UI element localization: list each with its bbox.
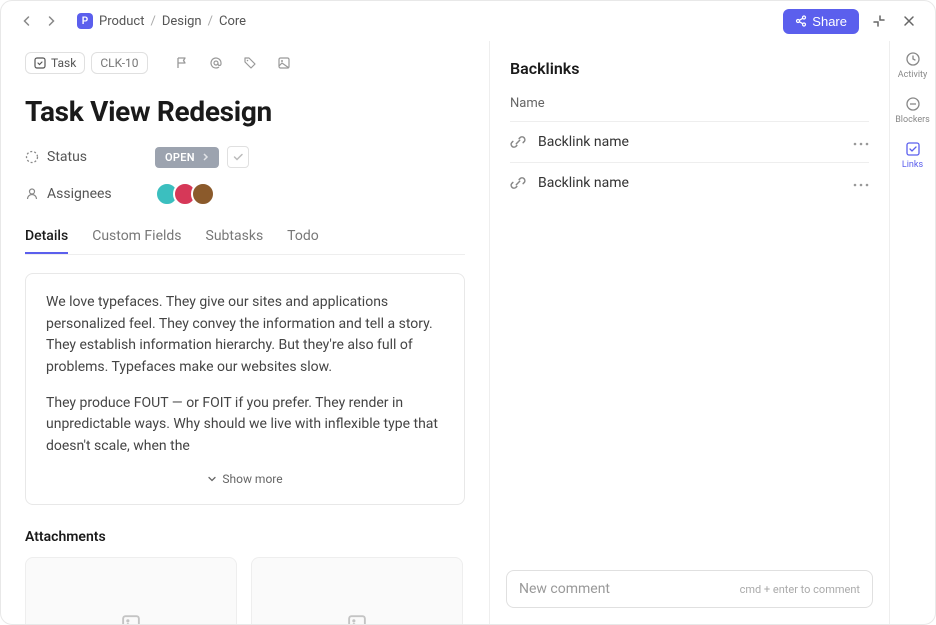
nav-back-button[interactable] (17, 11, 37, 31)
chevron-right-icon (201, 153, 209, 161)
image-icon (346, 613, 368, 624)
comment-hint: cmd + enter to comment (740, 583, 860, 596)
backlinks-header: Name (510, 96, 869, 121)
tag-button[interactable] (236, 49, 264, 77)
image-icon (120, 613, 142, 624)
breadcrumb-item[interactable]: Design (162, 14, 202, 29)
task-detail-pane: Task CLK-10 Task View Redesign Status OP… (1, 41, 489, 624)
topbar: P Product / Design / Core Share (1, 1, 935, 41)
task-icon (34, 57, 46, 69)
rail-links[interactable]: Links (902, 141, 923, 170)
close-button[interactable] (899, 11, 919, 31)
tab-custom-fields[interactable]: Custom Fields (92, 220, 181, 254)
breadcrumb: P Product / Design / Core (77, 13, 246, 29)
backlinks-title: Backlinks (510, 59, 869, 78)
share-icon (795, 15, 807, 27)
backlink-row[interactable]: Backlink name (510, 162, 869, 203)
status-label: Status (47, 149, 87, 165)
check-icon (232, 151, 244, 163)
status-icon (25, 150, 39, 164)
show-more-button[interactable]: Show more (46, 472, 444, 486)
share-button[interactable]: Share (783, 9, 859, 34)
chevron-down-icon (207, 474, 217, 484)
tab-subtasks[interactable]: Subtasks (206, 220, 264, 254)
task-title[interactable]: Task View Redesign (25, 95, 465, 128)
attachments-heading: Attachments (25, 529, 465, 545)
rail-activity[interactable]: Activity (898, 51, 927, 80)
attachment-placeholder[interactable] (25, 557, 237, 624)
breadcrumb-item[interactable]: Core (219, 14, 246, 29)
task-tabs: Details Custom Fields Subtasks Todo (25, 220, 465, 255)
backlinks-panel: Backlinks Name Backlink name Backlink na… (489, 41, 889, 624)
assignees-label: Assignees (47, 186, 112, 202)
blockers-icon (905, 96, 921, 112)
description-paragraph: They produce FOUT — or FOIT if you prefe… (46, 393, 444, 458)
project-badge: P (77, 13, 93, 29)
image-icon (277, 56, 291, 70)
tag-icon (243, 56, 257, 70)
image-button[interactable] (270, 49, 298, 77)
more-icon (853, 183, 869, 187)
more-button[interactable] (853, 175, 869, 191)
backlink-name: Backlink name (538, 134, 841, 150)
backlink-row[interactable]: Backlink name (510, 121, 869, 162)
mention-button[interactable] (202, 49, 230, 77)
status-field: Status OPEN (25, 146, 465, 168)
description-box[interactable]: We love typefaces. They give our sites a… (25, 273, 465, 505)
task-type-chip[interactable]: Task (25, 52, 85, 74)
comment-input[interactable]: New comment cmd + enter to comment (506, 570, 873, 608)
assignees-field: Assignees (25, 182, 465, 206)
side-rail: Activity Blockers Links (889, 41, 935, 624)
tab-details[interactable]: Details (25, 220, 68, 254)
status-pill[interactable]: OPEN (155, 147, 219, 168)
avatar[interactable] (191, 182, 215, 206)
activity-icon (905, 51, 921, 67)
task-id-chip[interactable]: CLK-10 (91, 52, 147, 74)
breadcrumb-separator: / (150, 14, 155, 29)
breadcrumb-separator: / (208, 14, 213, 29)
rail-blockers[interactable]: Blockers (895, 96, 930, 125)
description-paragraph: We love typefaces. They give our sites a… (46, 292, 444, 379)
backlink-name: Backlink name (538, 175, 841, 191)
link-icon (510, 175, 526, 191)
collapse-button[interactable] (869, 11, 889, 31)
person-icon (25, 187, 39, 201)
complete-checkbox[interactable] (227, 146, 249, 168)
more-icon (853, 142, 869, 146)
links-icon (905, 141, 921, 157)
at-icon (209, 56, 223, 70)
comment-placeholder: New comment (519, 581, 610, 597)
attachment-placeholder[interactable] (251, 557, 463, 624)
more-button[interactable] (853, 134, 869, 150)
link-icon (510, 134, 526, 150)
breadcrumb-item[interactable]: Product (99, 14, 144, 29)
nav-forward-button[interactable] (41, 11, 61, 31)
assignee-avatars[interactable] (155, 182, 215, 206)
flag-icon (175, 56, 189, 70)
flag-button[interactable] (168, 49, 196, 77)
tab-todo[interactable]: Todo (287, 220, 319, 254)
